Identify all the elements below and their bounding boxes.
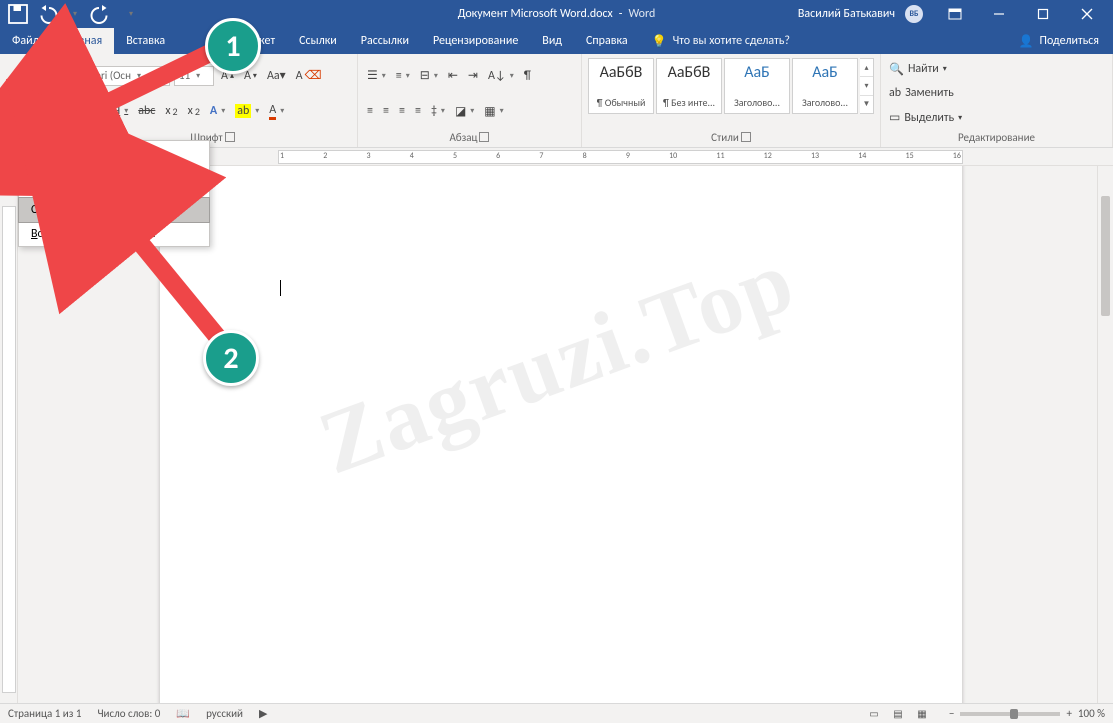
tell-me-search[interactable]: 💡 Что вы хотите сделать? bbox=[640, 28, 802, 54]
decrease-indent-icon[interactable]: ⇤ bbox=[445, 66, 461, 85]
maximize-button[interactable] bbox=[1021, 0, 1065, 28]
zoom-slider[interactable] bbox=[960, 712, 1060, 716]
group-clipboard: Вставить ▼ Бу bbox=[0, 54, 68, 147]
change-case-icon[interactable]: Aa▾ bbox=[264, 66, 289, 85]
group-styles-label: Стили bbox=[711, 131, 739, 144]
tell-me-label: Что вы хотите сделать? bbox=[673, 34, 790, 48]
replace-button[interactable]: abЗаменить bbox=[887, 85, 1106, 101]
annotation-badge-1: 1 bbox=[205, 18, 261, 74]
paste-keep-source-icon[interactable] bbox=[27, 166, 53, 192]
redo-icon[interactable] bbox=[90, 2, 114, 26]
styles-gallery-expand[interactable]: ▴▾▼ bbox=[860, 58, 874, 114]
highlight-icon[interactable]: ab bbox=[232, 102, 262, 120]
vertical-scrollbar[interactable] bbox=[1097, 166, 1113, 703]
tab-help[interactable]: Справка bbox=[574, 28, 640, 54]
scrollbar-thumb[interactable] bbox=[1101, 196, 1110, 316]
align-right-icon[interactable]: ≡ bbox=[396, 102, 408, 120]
tab-mailings[interactable]: Рассылки bbox=[349, 28, 421, 54]
style-heading1[interactable]: АаБЗаголово... bbox=[724, 58, 790, 114]
share-label: Поделиться bbox=[1040, 34, 1099, 48]
styles-gallery[interactable]: АаБбВ¶ Обычный АаБбВ¶ Без инте... АаБЗаг… bbox=[588, 58, 874, 114]
svg-text:A: A bbox=[101, 176, 107, 187]
zoom-in-button[interactable]: + bbox=[1066, 707, 1071, 720]
paste-button[interactable]: Вставить ▼ bbox=[6, 58, 47, 124]
group-paragraph-label: Абзац bbox=[450, 131, 478, 144]
tab-view[interactable]: Вид bbox=[530, 28, 574, 54]
search-icon: 🔍 bbox=[889, 62, 904, 77]
sort-icon[interactable]: A↓ bbox=[485, 67, 517, 85]
title-bar: Документ Microsoft Word.docx - Word Васи… bbox=[0, 0, 1113, 28]
annotation-badge-2: 2 bbox=[203, 330, 259, 386]
paste-label: Вставить bbox=[6, 94, 47, 107]
paste-text-only-icon[interactable]: A bbox=[91, 166, 117, 192]
app-name: Word bbox=[628, 7, 655, 21]
status-language[interactable]: русский bbox=[206, 707, 243, 720]
numbering-icon[interactable]: ≡ bbox=[393, 67, 413, 85]
clear-formatting-icon[interactable]: A⌫ bbox=[293, 66, 325, 85]
tab-references[interactable]: Ссылки bbox=[287, 28, 349, 54]
shading-icon[interactable]: ◪ bbox=[452, 102, 477, 121]
zoom-control: − + 100 % bbox=[949, 707, 1105, 720]
view-web-icon[interactable]: ▦ bbox=[911, 706, 933, 722]
undo-icon[interactable] bbox=[34, 2, 58, 26]
align-left-icon[interactable]: ≡ bbox=[364, 102, 376, 120]
tab-file[interactable]: Файл bbox=[0, 28, 51, 54]
group-editing-label: Редактирование bbox=[958, 131, 1035, 144]
page[interactable] bbox=[160, 166, 962, 703]
styles-dialog-launcher[interactable] bbox=[741, 132, 751, 142]
group-editing: 🔍Найти▾ abЗаменить ▭Выделить▾ Редактиров… bbox=[881, 54, 1113, 147]
annotation-arrow-1 bbox=[60, 38, 230, 143]
paragraph-dialog-launcher[interactable] bbox=[479, 132, 489, 142]
lightbulb-icon: 💡 bbox=[652, 34, 667, 49]
borders-icon[interactable]: ▦ bbox=[481, 102, 506, 121]
ribbon-display-options-icon[interactable] bbox=[933, 0, 977, 28]
close-button[interactable] bbox=[1065, 0, 1109, 28]
style-no-spacing[interactable]: АаБбВ¶ Без инте... bbox=[656, 58, 722, 114]
group-styles: АаБбВ¶ Обычный АаБбВ¶ Без инте... АаБЗаг… bbox=[582, 54, 881, 147]
document-title: Документ Microsoft Word.docx - Word bbox=[458, 7, 656, 21]
multilevel-list-icon[interactable]: ⊟ bbox=[417, 66, 441, 85]
paste-options-title: Параметры вставки: bbox=[19, 141, 209, 162]
replace-icon: ab bbox=[889, 86, 901, 100]
bullets-icon[interactable]: ☰ bbox=[364, 66, 389, 85]
view-print-icon[interactable]: ▤ bbox=[887, 706, 909, 722]
status-word-count[interactable]: Число слов: 0 bbox=[97, 707, 160, 720]
increase-indent-icon[interactable]: ⇥ bbox=[465, 66, 481, 85]
status-bar: Страница 1 из 1 Число слов: 0 📖 русский … bbox=[0, 703, 1113, 723]
tab-review[interactable]: Рецензирование bbox=[421, 28, 530, 54]
view-buttons: ▭ ▤ ▦ bbox=[863, 706, 933, 722]
doc-name: Документ Microsoft Word.docx bbox=[458, 7, 613, 21]
save-icon[interactable] bbox=[6, 2, 30, 26]
quick-access-toolbar bbox=[0, 0, 142, 28]
justify-icon[interactable]: ≡ bbox=[412, 102, 424, 120]
font-color-icon[interactable]: A bbox=[266, 101, 287, 122]
user-name[interactable]: Василий Батькавич bbox=[798, 7, 895, 21]
status-spellcheck-icon[interactable]: 📖 bbox=[176, 707, 190, 720]
select-icon: ▭ bbox=[889, 110, 900, 125]
zoom-out-button[interactable]: − bbox=[949, 707, 954, 720]
line-spacing-icon[interactable]: ‡ bbox=[428, 102, 448, 120]
style-normal[interactable]: АаБбВ¶ Обычный bbox=[588, 58, 654, 114]
zoom-level[interactable]: 100 % bbox=[1078, 707, 1105, 720]
status-page[interactable]: Страница 1 из 1 bbox=[8, 707, 81, 720]
undo-dropdown[interactable] bbox=[62, 2, 86, 26]
text-cursor bbox=[280, 280, 281, 296]
paste-merge-icon[interactable] bbox=[59, 166, 85, 192]
share-icon: 👤 bbox=[1019, 34, 1034, 49]
status-macro-icon[interactable]: ▶ bbox=[259, 707, 267, 720]
qat-customize-dropdown[interactable] bbox=[118, 2, 142, 26]
group-paragraph: ☰ ≡ ⊟ ⇤ ⇥ A↓ ¶ ≡ ≡ ≡ ≡ ‡ ◪ ▦ Абзац bbox=[358, 54, 582, 147]
style-heading2[interactable]: АаБЗаголово... bbox=[792, 58, 858, 114]
minimize-button[interactable] bbox=[977, 0, 1021, 28]
user-avatar[interactable]: ВБ bbox=[905, 5, 923, 23]
clipboard-icon bbox=[11, 62, 41, 92]
view-read-icon[interactable]: ▭ bbox=[863, 706, 885, 722]
find-button[interactable]: 🔍Найти▾ bbox=[887, 61, 1106, 78]
share-button[interactable]: 👤 Поделиться bbox=[1005, 28, 1113, 54]
align-center-icon[interactable]: ≡ bbox=[380, 102, 392, 120]
vertical-ruler[interactable] bbox=[0, 166, 18, 703]
select-button[interactable]: ▭Выделить▾ bbox=[887, 109, 1106, 126]
show-marks-icon[interactable]: ¶ bbox=[521, 67, 534, 85]
